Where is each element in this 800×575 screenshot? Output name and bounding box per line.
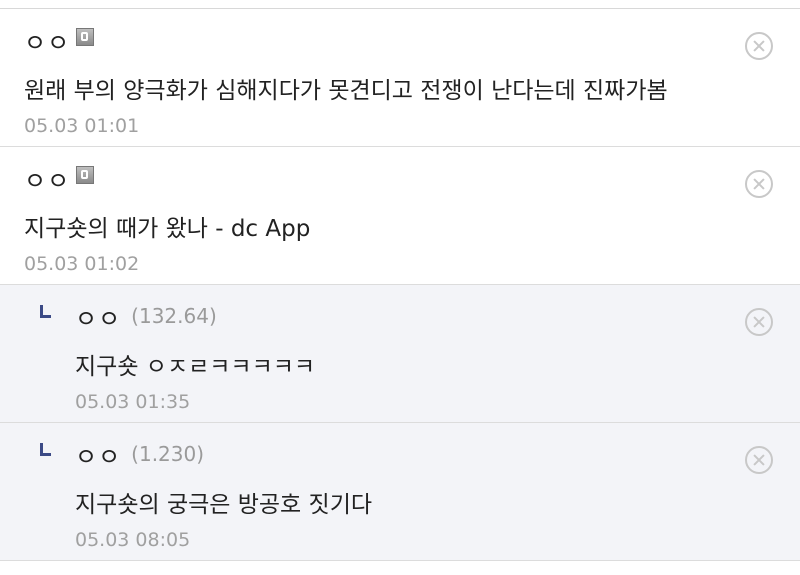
comment-text: 지구숏의 때가 왔나 - dc App	[24, 216, 311, 242]
comment-date: 05.03 01:01	[24, 115, 140, 137]
reply-ip: (1.230)	[131, 442, 205, 466]
delete-comment-button[interactable]	[745, 32, 773, 60]
reply-date: 05.03 01:35	[75, 391, 191, 413]
comment-text: 원래 부의 양극화가 심해지다가 못견디고 전쟁이 난다는데 진짜가봄	[24, 78, 668, 104]
comment-header: ㅇㅇ	[24, 165, 730, 195]
reply-header: ㅇㅇ (1.230)	[75, 441, 730, 471]
comment-list: ㅇㅇ 원래 부의 양극화가 심해지다가 못견디고 전쟁이 난다는데 진짜가봄 0…	[0, 8, 800, 561]
reply-nickname[interactable]: ㅇㅇ	[75, 437, 121, 472]
gallog-icon[interactable]	[76, 28, 95, 46]
reply-text: 지구숏 ㅇㅈㄹㅋㅋㅋㅋㅋ	[75, 354, 316, 380]
delete-reply-button[interactable]	[745, 446, 773, 474]
comment-item: ㅇㅇ 지구숏의 때가 왔나 - dc App 05.03 01:02	[0, 147, 800, 285]
reply-body: ㅇㅇ (1.230) 지구숏의 궁극은 방공호 짓기다 05.03 08:05	[75, 441, 730, 551]
comment-item: ㅇㅇ 원래 부의 양극화가 심해지다가 못견디고 전쟁이 난다는데 진짜가봄 0…	[0, 9, 800, 147]
delete-comment-button[interactable]	[745, 170, 773, 198]
gallog-icon[interactable]	[76, 166, 95, 184]
reply-arrow-icon	[40, 443, 51, 456]
delete-reply-button[interactable]	[745, 308, 773, 336]
reply-body: ㅇㅇ (132.64) 지구숏 ㅇㅈㄹㅋㅋㅋㅋㅋ 05.03 01:35	[75, 303, 730, 413]
reply-text: 지구숏의 궁극은 방공호 짓기다	[75, 492, 373, 518]
comment-nickname[interactable]: ㅇㅇ	[24, 161, 70, 196]
comment-nickname[interactable]: ㅇㅇ	[24, 23, 70, 58]
comment-body: ㅇㅇ 지구숏의 때가 왔나 - dc App 05.03 01:02	[24, 165, 730, 275]
comment-date: 05.03 01:02	[24, 253, 140, 275]
comment-body: ㅇㅇ 원래 부의 양극화가 심해지다가 못견디고 전쟁이 난다는데 진짜가봄 0…	[24, 27, 730, 137]
comment-header: ㅇㅇ	[24, 27, 730, 57]
reply-item: ㅇㅇ (1.230) 지구숏의 궁극은 방공호 짓기다 05.03 08:05	[0, 423, 800, 561]
reply-item: ㅇㅇ (132.64) 지구숏 ㅇㅈㄹㅋㅋㅋㅋㅋ 05.03 01:35	[0, 285, 800, 423]
reply-ip: (132.64)	[131, 304, 217, 328]
reply-arrow-icon	[40, 305, 51, 318]
reply-date: 05.03 08:05	[75, 529, 191, 551]
reply-nickname[interactable]: ㅇㅇ	[75, 299, 121, 334]
reply-header: ㅇㅇ (132.64)	[75, 303, 730, 333]
